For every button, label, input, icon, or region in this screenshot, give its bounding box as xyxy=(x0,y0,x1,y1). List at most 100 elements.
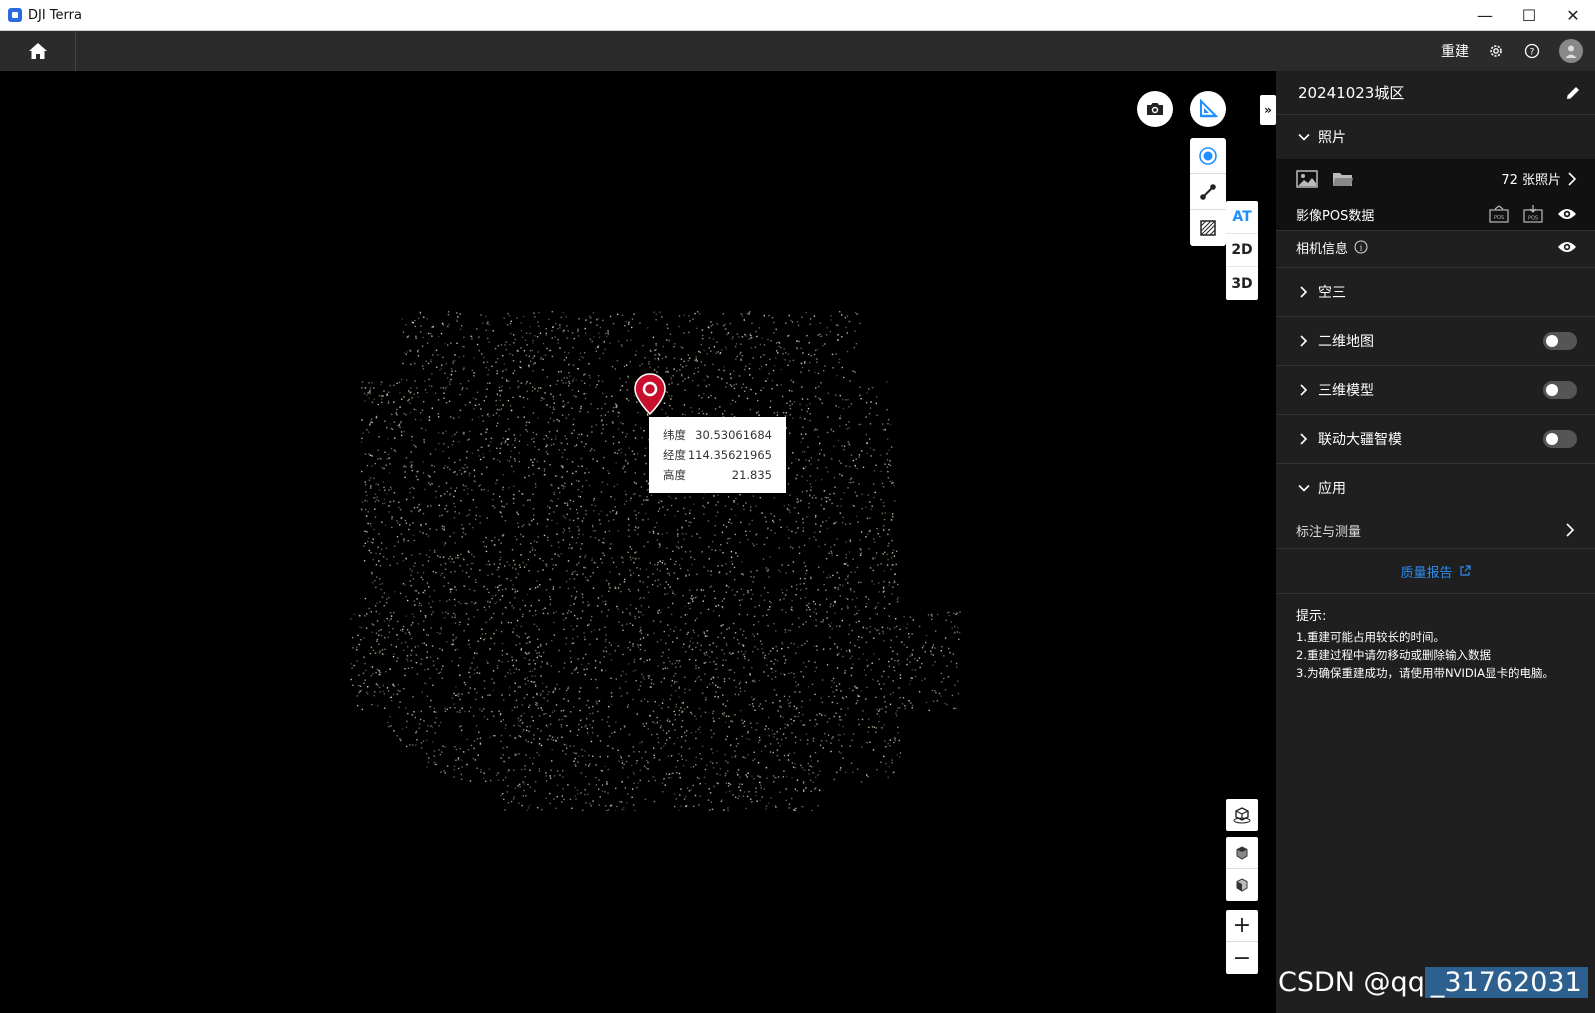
home-button[interactable] xyxy=(0,31,76,71)
latitude-label: 纬度 xyxy=(663,428,686,442)
zoom-controls: + − xyxy=(1226,910,1258,974)
line-measure-tool[interactable] xyxy=(1190,174,1226,210)
dji-terra-logo-icon xyxy=(8,8,22,22)
dji-modify-toggle[interactable] xyxy=(1543,430,1577,448)
gear-icon xyxy=(1490,45,1502,57)
2d-map-toggle[interactable] xyxy=(1543,332,1577,350)
quality-report-label: 质量报告 xyxy=(1400,565,1453,581)
tips-heading: 提示: xyxy=(1296,609,1327,624)
dji-modify-section[interactable]: 联动大疆智模 xyxy=(1276,414,1595,463)
minimize-button[interactable]: — xyxy=(1463,0,1507,31)
help-button[interactable]: ? xyxy=(1523,42,1541,60)
chevron-right-icon xyxy=(1566,523,1575,537)
collapse-panel-button[interactable]: » xyxy=(1260,95,1276,125)
minus-icon: − xyxy=(1232,945,1252,971)
watermark-prefix: CSDN @qq xyxy=(1278,967,1425,998)
edit-pencil-icon[interactable] xyxy=(1565,85,1581,101)
longitude-label: 经度 xyxy=(663,448,686,462)
photos-summary-row: 72 张照片 xyxy=(1296,159,1577,198)
apply-section-header[interactable]: 应用 xyxy=(1276,463,1595,512)
image-icon[interactable] xyxy=(1296,169,1318,188)
point-measure-tool[interactable] xyxy=(1190,138,1226,174)
camera-info-row: 相机信息 i xyxy=(1296,231,1577,263)
chevron-right-icon xyxy=(1298,384,1310,396)
aerotriangulation-section[interactable]: 空三 xyxy=(1276,267,1595,316)
mode-3d[interactable]: 3D xyxy=(1226,267,1258,300)
mode-2d[interactable]: 2D xyxy=(1226,234,1258,267)
app-topbar: 重建 ? xyxy=(0,31,1595,71)
area-measure-tool[interactable] xyxy=(1190,210,1226,246)
tip-line: 1.重建可能占用较长的时间。 xyxy=(1296,630,1445,644)
measure-tool-button[interactable] xyxy=(1190,91,1226,127)
pos-data-label: 影像POS数据 xyxy=(1296,208,1375,224)
settings-button[interactable] xyxy=(1487,42,1505,60)
photos-section-label: 照片 xyxy=(1318,130,1346,146)
home-icon xyxy=(28,43,47,59)
plus-icon: + xyxy=(1232,913,1252,938)
altitude-label: 高度 xyxy=(663,468,686,482)
camera-info-block: 相机信息 i xyxy=(1276,230,1595,263)
top-view-button[interactable] xyxy=(1226,837,1258,869)
location-pin-icon[interactable] xyxy=(634,373,666,419)
external-link-icon xyxy=(1459,565,1471,576)
eye-icon[interactable] xyxy=(1557,207,1577,221)
ruler-triangle-icon xyxy=(1200,99,1218,118)
measure-tools xyxy=(1190,138,1226,246)
cube-side-icon xyxy=(1236,878,1248,892)
folder-icon[interactable] xyxy=(1332,170,1354,188)
longitude-row: 经度 114.35621965 xyxy=(663,445,772,465)
help-icon: ? xyxy=(1524,43,1540,59)
section-label: 二维地图 xyxy=(1318,334,1374,350)
2d-map-section[interactable]: 二维地图 xyxy=(1276,316,1595,365)
window-title: DJI Terra xyxy=(28,7,82,23)
altitude-row: 高度 21.835 xyxy=(663,465,772,485)
maximize-button[interactable]: ☐ xyxy=(1507,0,1551,31)
photo-count-link[interactable]: 72 张照片 xyxy=(1501,169,1577,188)
info-icon[interactable]: i xyxy=(1354,240,1368,254)
area-hatch-icon xyxy=(1200,220,1216,236)
apply-section-label: 应用 xyxy=(1318,481,1346,497)
3d-model-toggle[interactable] xyxy=(1543,381,1577,399)
section-label: 联动大疆智模 xyxy=(1318,432,1402,448)
longitude-value: 114.35621965 xyxy=(687,448,772,462)
section-label: 空三 xyxy=(1318,285,1346,301)
annotate-measure-label: 标注与测量 xyxy=(1296,524,1362,540)
tip-line: 2.重建过程中请勿移动或删除输入数据 xyxy=(1296,648,1491,662)
project-panel: 20241023城区 照片 72 张照片 影像POS数据 POS POS 相机信… xyxy=(1276,71,1595,1013)
target-point-icon xyxy=(1199,146,1217,165)
photos-section-header[interactable]: 照片 xyxy=(1276,115,1595,159)
photos-section-body: 72 张照片 影像POS数据 POS POS xyxy=(1276,159,1595,230)
pos-import-icon[interactable]: POS xyxy=(1489,205,1509,223)
close-button[interactable]: ✕ xyxy=(1551,0,1595,31)
point-cloud-viewport[interactable]: 纬度 30.53061684 经度 114.35621965 高度 21.835… xyxy=(0,71,1276,1013)
view-orientation-control xyxy=(1226,799,1258,831)
chevron-right-icon xyxy=(1298,286,1310,298)
side-view-button[interactable] xyxy=(1226,869,1258,901)
altitude-value: 21.835 xyxy=(731,468,772,482)
annotate-measure-item[interactable]: 标注与测量 xyxy=(1276,512,1595,548)
screenshot-button[interactable] xyxy=(1137,91,1173,127)
window-controls: — ☐ ✕ xyxy=(1463,0,1595,31)
quality-report-link[interactable]: 质量报告 xyxy=(1276,548,1595,594)
zoom-out-button[interactable]: − xyxy=(1226,942,1258,974)
mode-at[interactable]: AT xyxy=(1226,201,1258,234)
chevron-right-icon xyxy=(1298,433,1310,445)
project-name: 20241023城区 xyxy=(1298,84,1405,102)
camera-icon xyxy=(1147,103,1163,115)
csdn-watermark: CSDN @qq _31762031 xyxy=(1278,967,1588,998)
zoom-in-button[interactable]: + xyxy=(1226,910,1258,942)
section-label: 三维模型 xyxy=(1318,383,1374,399)
project-title-bar: 20241023城区 xyxy=(1276,71,1595,115)
eye-icon[interactable] xyxy=(1557,240,1577,254)
user-avatar[interactable] xyxy=(1559,39,1583,63)
chevron-right-icon xyxy=(1298,335,1310,347)
photo-count: 72 张照片 xyxy=(1501,173,1561,188)
3d-model-section[interactable]: 三维模型 xyxy=(1276,365,1595,414)
latitude-row: 纬度 30.53061684 xyxy=(663,425,772,445)
chevron-down-icon xyxy=(1298,131,1310,143)
cube-top-icon xyxy=(1236,845,1248,860)
rebuild-button[interactable]: 重建 xyxy=(1441,41,1469,61)
camera-info-label: 相机信息 xyxy=(1296,241,1349,257)
pos-export-icon[interactable]: POS xyxy=(1523,205,1543,223)
reset-view-button[interactable] xyxy=(1226,799,1258,831)
